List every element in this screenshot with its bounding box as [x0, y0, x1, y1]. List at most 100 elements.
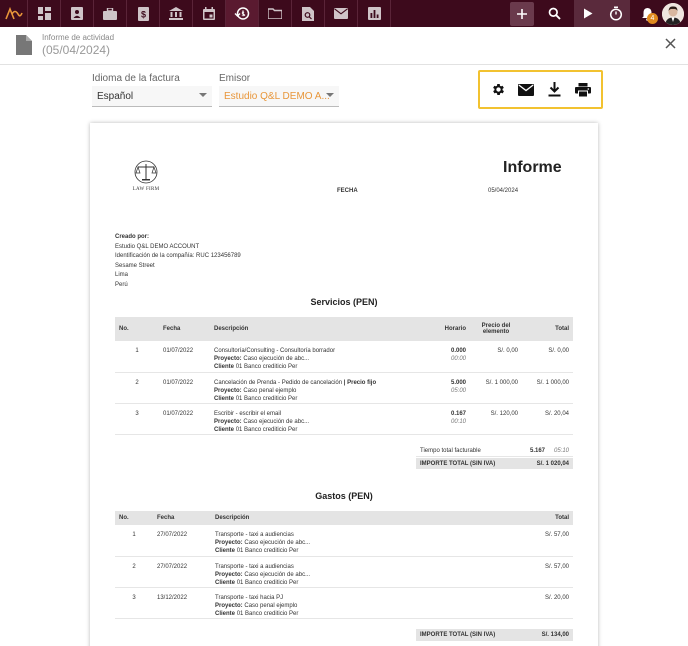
row-no: 3: [115, 403, 159, 435]
expenses-total-label: IMPORTE TOTAL (SIN IVA): [420, 632, 496, 638]
chevron-down-icon: [199, 93, 207, 97]
row-client: 01 Banco crediticio Per: [235, 395, 298, 402]
row-description: Transporte - taxi a audiencias Proyecto:…: [211, 556, 501, 588]
table-row: 2 27/07/2022 Transporte - taxi a audienc…: [115, 556, 573, 588]
row-date: 01/07/2022: [159, 341, 210, 373]
row-no: 1: [115, 525, 153, 557]
services-total-value: S/. 1 020,04: [536, 460, 569, 467]
billing-icon[interactable]: $: [127, 0, 159, 27]
row-project-label: Proyecto:: [215, 602, 243, 609]
row-project: Caso ejecución de abc...: [243, 418, 310, 425]
document-icon: [16, 35, 32, 60]
search-icon[interactable]: [540, 0, 568, 27]
table-row: 2 01/07/2022 Cancelación de Prenda - Ped…: [115, 372, 573, 404]
folder-icon[interactable]: [259, 0, 291, 27]
row-project-label: Proyecto:: [215, 571, 243, 578]
row-client-label: Cliente: [214, 395, 235, 402]
add-button[interactable]: [510, 1, 534, 26]
invoice-title: Informe: [503, 159, 562, 176]
page-header: Informe de actividad (05/04/2024): [0, 27, 688, 65]
col-header-price: Precio del elemento: [470, 317, 522, 341]
document-search-icon[interactable]: [292, 0, 324, 27]
invoice-preview: LAW FIRM Informe FECHA 05/04/2024 Creado…: [90, 123, 598, 646]
download-icon: [548, 82, 561, 97]
table-row: 1 27/07/2022 Transporte - taxi a audienc…: [115, 525, 573, 557]
row-total: S/. 0,00: [522, 341, 573, 373]
row-client: 01 Banco crediticio Per: [236, 548, 299, 554]
row-project: Caso ejecución de abc...: [244, 540, 311, 546]
mail-icon[interactable]: [325, 0, 357, 27]
close-icon[interactable]: [665, 38, 676, 52]
printer-icon: [574, 82, 591, 97]
expenses-total-row: IMPORTE TOTAL (SIN IVA) S/. 134,00: [416, 629, 573, 641]
calendar-icon[interactable]: [193, 0, 225, 27]
row-total: S/. 20,04: [522, 403, 573, 435]
row-desc-text: Transporte - taxi a audiencias: [215, 532, 294, 538]
expenses-title: Gastos (PEN): [315, 491, 373, 501]
company-name: Estudio Q&L DEMO ACCOUNT: [115, 243, 200, 250]
row-no: 1: [115, 341, 159, 373]
briefcase-icon[interactable]: [94, 0, 126, 27]
settings-button[interactable]: [487, 79, 509, 101]
notification-count-badge: 4: [647, 13, 658, 24]
col-header-hours: Horario: [420, 317, 470, 341]
company-id: Identificación de la compañía: RUC 12345…: [115, 253, 241, 259]
svg-text:$: $: [140, 9, 145, 19]
row-description: Escribir - escribir el email Proyecto: C…: [210, 403, 420, 435]
row-total: S/. 20,00: [501, 587, 573, 619]
bank-icon[interactable]: [160, 0, 192, 27]
reports-icon[interactable]: [358, 0, 390, 27]
row-project-label: Proyecto:: [215, 540, 243, 546]
row-price: S/. 1 000,00: [470, 372, 522, 404]
app-logo[interactable]: [0, 0, 27, 27]
row-project: Caso penal ejemplo: [244, 602, 298, 609]
services-total-row: IMPORTE TOTAL (SIN IVA) S/. 1 020,04: [416, 458, 573, 469]
row-date: 01/07/2022: [159, 403, 210, 435]
row-client-label: Cliente: [215, 610, 236, 617]
language-select[interactable]: Español: [92, 86, 212, 107]
issuer-select[interactable]: Estudio Q&L DEMO A...: [219, 86, 339, 107]
gear-icon: [492, 84, 504, 95]
row-no: 2: [115, 556, 153, 588]
invoice-actions-toolbar: [478, 70, 603, 109]
row-hours: 5.000 05:00: [420, 372, 470, 404]
row-time: 00:10: [450, 418, 466, 425]
print-button[interactable]: [572, 79, 594, 101]
expenses-total-value: S/. 134,00: [541, 632, 569, 638]
row-desc-text: Cancelación de Prenda - Pedido de cancel…: [214, 379, 343, 386]
contacts-icon[interactable]: [61, 0, 93, 27]
row-date: 01/07/2022: [159, 372, 210, 404]
row-total: S/. 57,00: [501, 556, 573, 588]
row-no: 3: [115, 587, 153, 619]
page-title: (05/04/2024): [42, 43, 111, 57]
row-project: Caso penal ejemplo: [243, 387, 297, 394]
row-desc-text: Escribir - escribir el email: [214, 410, 282, 417]
date-label: FECHA: [337, 188, 358, 194]
col-header-description: Descripción: [211, 511, 501, 525]
row-price: S/. 0,00: [470, 341, 522, 373]
email-button[interactable]: [515, 79, 537, 101]
play-timer-button[interactable]: [574, 0, 602, 27]
created-by-block: Creado por: Estudio Q&L DEMO ACCOUNT Ide…: [115, 233, 241, 290]
row-client-label: Cliente: [215, 548, 236, 554]
services-total-label: IMPORTE TOTAL (SIN IVA): [420, 460, 496, 467]
stopwatch-icon[interactable]: [602, 0, 630, 27]
col-header-date: Fecha: [153, 511, 211, 525]
row-description: Cancelación de Prenda - Pedido de cancel…: [210, 372, 420, 404]
download-button[interactable]: [544, 79, 566, 101]
billable-time-row: Tiempo total facturable 5.167 05:10: [416, 445, 573, 457]
activity-history-icon[interactable]: $: [226, 0, 258, 27]
row-client-label: Cliente: [214, 364, 235, 370]
row-desc-text: Consultoría/Consulting - Consultoría bor…: [214, 348, 336, 354]
row-client-label: Cliente: [215, 579, 236, 586]
svg-text:$: $: [242, 12, 245, 18]
row-description: Consultoría/Consulting - Consultoría bor…: [210, 341, 420, 373]
table-row: 1 01/07/2022 Consultoría/Consulting - Co…: [115, 341, 573, 373]
notifications-bell-icon[interactable]: 4: [634, 0, 660, 27]
row-client: 01 Banco crediticio Per: [236, 610, 299, 617]
row-project-label: Proyecto:: [214, 387, 242, 394]
row-project: Caso ejecución de abc...: [244, 571, 311, 578]
row-client: 01 Banco crediticio Per: [235, 364, 298, 370]
dashboard-icon[interactable]: [28, 0, 60, 27]
user-avatar[interactable]: [662, 2, 684, 25]
